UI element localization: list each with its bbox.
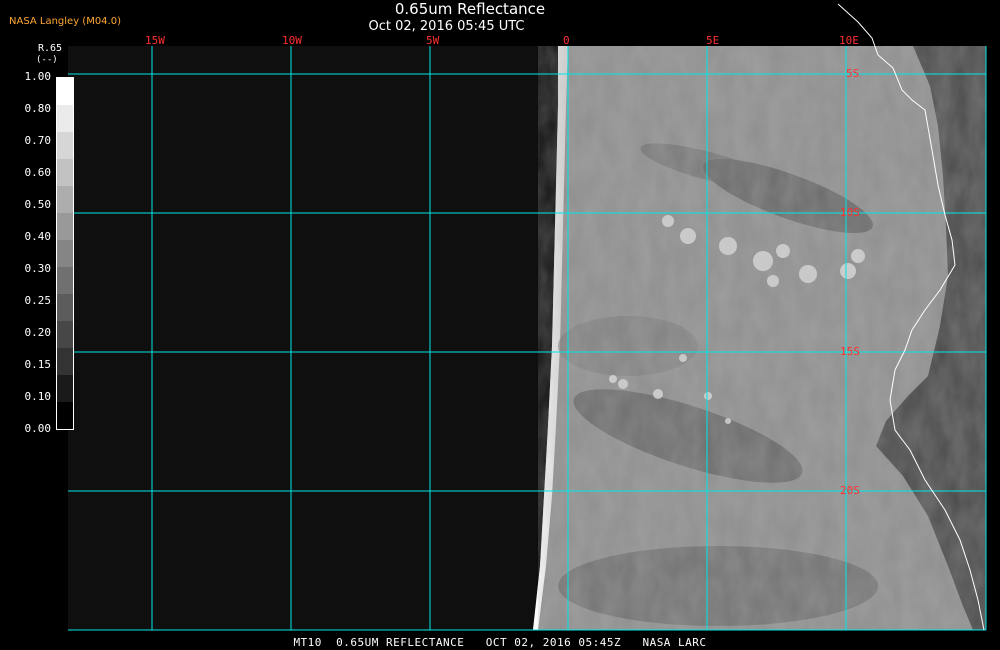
colorbar-tick-label: 0.20 — [24, 326, 52, 339]
lon-label-5w: 5W — [426, 34, 440, 47]
colorbar-tick-label: 0.80 — [24, 102, 52, 115]
colorbar-tick-label: 0.50 — [24, 198, 52, 211]
map-area[interactable] — [68, 46, 986, 630]
lat-label-20s: 20S — [840, 484, 860, 497]
lon-label-10w: 10W — [282, 34, 302, 47]
colorbar-segment — [57, 159, 73, 187]
colorbar-tick-label: 0.10 — [24, 390, 52, 403]
colorbar-segment — [57, 294, 73, 322]
lat-label-15s: 15S — [840, 345, 860, 358]
lon-label-15w: 15W — [145, 34, 165, 47]
colorbar-segment — [57, 78, 73, 106]
colorbar-tick-label: 1.00 — [24, 70, 52, 83]
chart-subtitle: Oct 02, 2016 05:45 UTC — [368, 19, 525, 34]
chart-title: 0.65um Reflectance — [394, 0, 546, 18]
colorbar-tick-label: 0.25 — [24, 294, 52, 307]
colorbar-segment — [57, 213, 73, 241]
lon-label-5e: 5E — [706, 34, 720, 47]
colorbar-tick-label: 0.40 — [24, 230, 52, 243]
lat-label-10s: 10S — [840, 206, 860, 219]
colorbar-tick-label: 0.30 — [24, 262, 52, 275]
colorbar-unit: (--) — [36, 55, 58, 65]
colorbar — [56, 77, 74, 430]
source-label: NASA Langley (M04.0) — [9, 16, 121, 27]
colorbar-segment — [57, 402, 73, 429]
colorbar-tick-label: 0.70 — [24, 134, 52, 147]
colorbar-tick-label: 0.60 — [24, 166, 52, 179]
colorbar-title: R.65 — [38, 43, 63, 54]
colorbar-segment — [57, 348, 73, 376]
colorbar-segment — [57, 267, 73, 295]
colorbar-segment — [57, 240, 73, 268]
colorbar-segment — [57, 105, 73, 133]
lon-label-10e: 10E — [839, 34, 859, 47]
lat-label-5s: 5S — [846, 67, 860, 80]
lon-label-0: 0 — [563, 34, 570, 47]
colorbar-segment — [57, 132, 73, 160]
footer-caption: MT10 0.65UM REFLECTANCE OCT 02, 2016 05:… — [293, 636, 707, 649]
colorbar-segment — [57, 375, 73, 403]
colorbar-tick-label: 0.00 — [24, 422, 52, 435]
colorbar-tick-label: 0.15 — [24, 358, 52, 371]
satellite-imagery — [533, 46, 986, 630]
colorbar-segment — [57, 321, 73, 349]
colorbar-segment — [57, 186, 73, 214]
